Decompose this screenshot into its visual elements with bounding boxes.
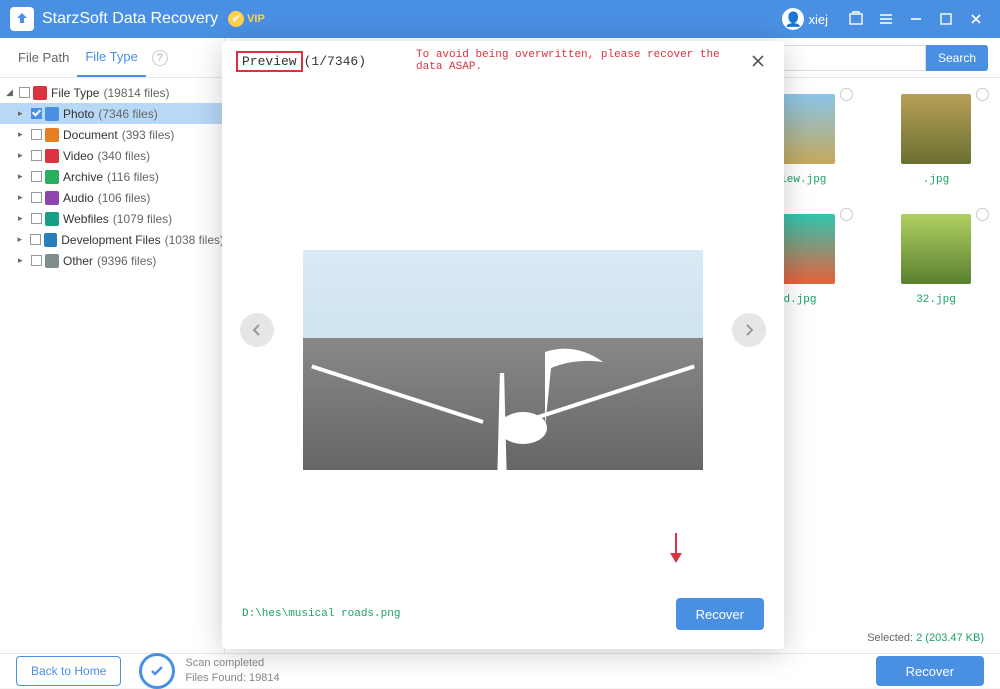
vip-badge[interactable]: ✔ VIP (228, 11, 265, 27)
tree-item[interactable]: ▸Development Files (1038 files) (0, 229, 224, 250)
sidebar-tabs: File Path File Type ? (0, 38, 224, 78)
tree-root[interactable]: ◢File Type(19814 files) (0, 82, 224, 103)
arrow-annotation-icon (666, 531, 686, 571)
thumbnail-item[interactable]: 32.jpg (888, 214, 984, 306)
preview-title: Preview (236, 51, 303, 72)
file-type-tree: ◢File Type(19814 files)▸Photo (7346 file… (0, 78, 224, 653)
preview-warning: To avoid being overwritten, please recov… (416, 49, 745, 73)
next-button[interactable] (732, 313, 766, 347)
modal-recover-button[interactable]: Recover (676, 598, 764, 630)
sidebar: File Path File Type ? ◢File Type(19814 f… (0, 38, 225, 653)
title-bar: StarzSoft Data Recovery ✔ VIP 👤 xiej (0, 0, 1000, 38)
tree-item[interactable]: ▸Video (340 files) (0, 145, 224, 166)
user-account[interactable]: 👤 xiej (782, 8, 828, 30)
select-ring[interactable] (976, 88, 989, 101)
back-to-home-button[interactable]: Back to Home (16, 656, 121, 686)
minimize-button[interactable] (902, 5, 930, 33)
thumbnail-name: 32.jpg (888, 294, 984, 306)
selection-status: Selected: 2 (203.47 KB) (867, 632, 984, 645)
app-logo (10, 7, 34, 31)
preview-image (303, 250, 703, 470)
select-ring[interactable] (976, 208, 989, 221)
bottom-bar: Back to Home Scan completed Files Found:… (0, 653, 1000, 688)
tab-file-type[interactable]: File Type (77, 38, 146, 77)
checkmark-icon (139, 653, 175, 689)
close-icon[interactable] (745, 47, 770, 75)
music-note-icon (495, 342, 615, 452)
tree-item[interactable]: ▸Archive (116 files) (0, 166, 224, 187)
prev-button[interactable] (240, 313, 274, 347)
tree-item[interactable]: ▸Webfiles (1079 files) (0, 208, 224, 229)
help-icon[interactable]: ? (152, 50, 168, 66)
tree-item[interactable]: ▸Document (393 files) (0, 124, 224, 145)
select-ring[interactable] (840, 88, 853, 101)
thumbnail-name: .jpg (888, 174, 984, 186)
vip-icon: ✔ (228, 11, 244, 27)
maximize-button[interactable] (932, 5, 960, 33)
recover-button[interactable]: Recover (876, 656, 984, 686)
scan-status: Scan completed Files Found: 19814 (139, 653, 279, 689)
preview-path: D:\hes\musical roads.png (242, 608, 400, 620)
tree-item[interactable]: ▸Photo (7346 files) (0, 103, 224, 124)
tree-item[interactable]: ▸Audio (106 files) (0, 187, 224, 208)
menu-icon[interactable] (872, 5, 900, 33)
search-button[interactable]: Search (926, 45, 988, 71)
close-button[interactable] (962, 5, 990, 33)
user-avatar-icon: 👤 (782, 8, 804, 30)
thumbnail-item[interactable]: .jpg (888, 94, 984, 186)
tree-item[interactable]: ▸Other (9396 files) (0, 250, 224, 271)
preview-modal: Preview (1/7346) To avoid being overwrit… (222, 41, 784, 649)
select-ring[interactable] (840, 208, 853, 221)
preview-count: (1/7346) (304, 54, 366, 69)
cart-icon[interactable] (842, 5, 870, 33)
app-title: StarzSoft Data Recovery (42, 10, 218, 28)
tab-file-path[interactable]: File Path (10, 38, 77, 77)
